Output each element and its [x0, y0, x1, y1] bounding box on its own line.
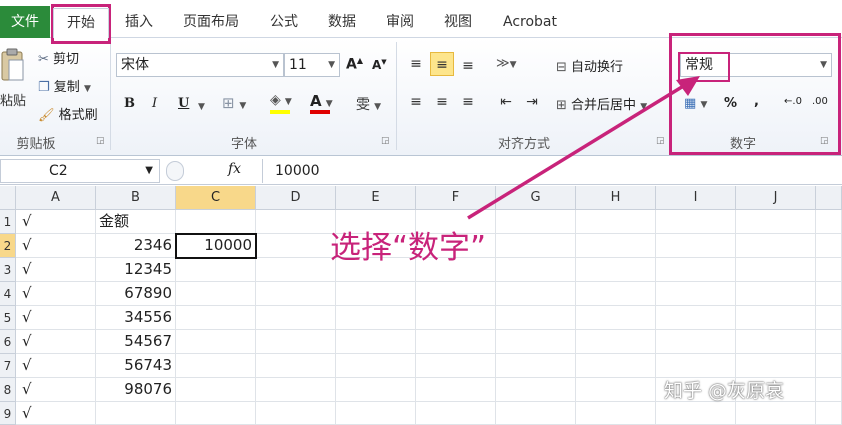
tab-home[interactable]: 开始	[53, 8, 109, 38]
annotation-text: 选择“数字”	[330, 230, 487, 266]
annotation-arrow	[467, 76, 700, 220]
watermark: 知乎 @灰原哀	[664, 380, 785, 402]
